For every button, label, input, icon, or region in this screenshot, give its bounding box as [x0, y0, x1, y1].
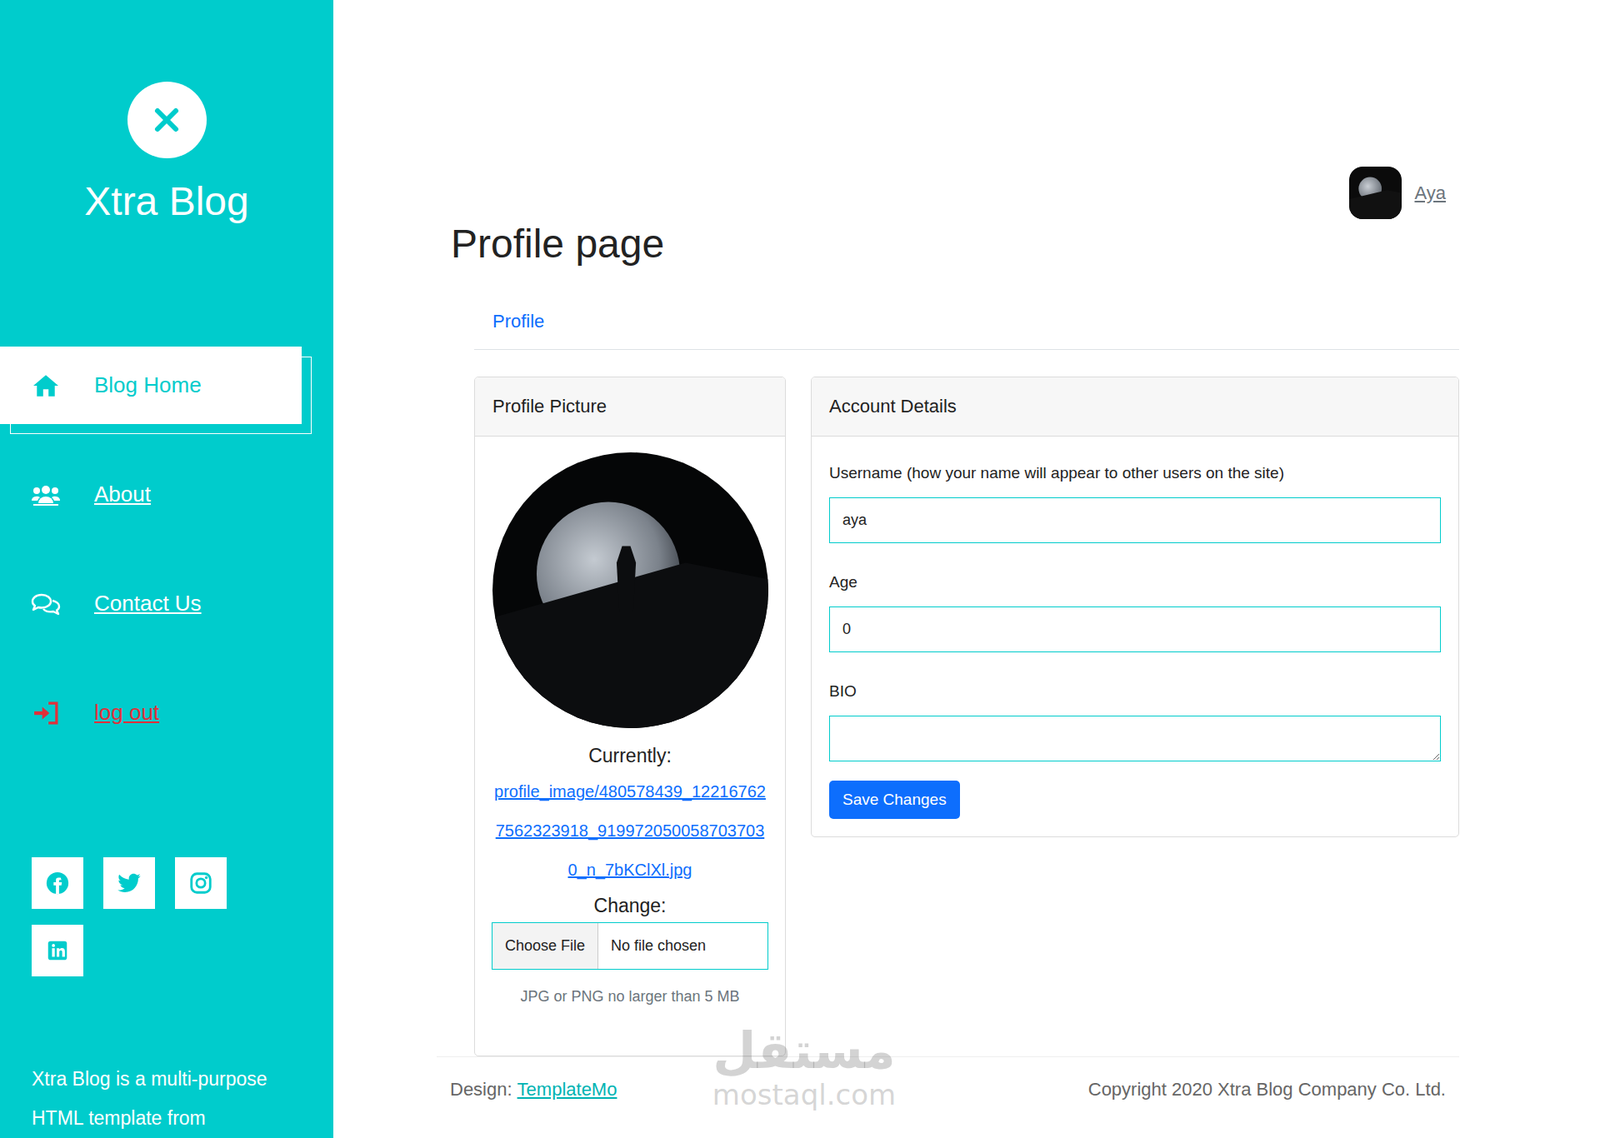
profile-page: Xtra Blog Blog Home About Contact Us log out… [0, 0, 1600, 1138]
current-file-link[interactable]: profile_image/480578439_1221676275623239… [491, 772, 769, 890]
sidebar-nav: Blog Home About Contact Us log out [0, 346, 334, 752]
sidebar: Xtra Blog Blog Home About Contact Us log out… [0, 0, 334, 1138]
current-file-label: Currently: [588, 740, 672, 773]
sidebar-item[interactable]: Contact Us [0, 565, 302, 643]
footer: Design:TemplateMo Copyright 2020 Xtra Blo… [436, 1056, 1460, 1110]
close-x-icon [150, 103, 184, 137]
logo[interactable] [127, 81, 207, 159]
linkedin-link[interactable] [31, 925, 84, 977]
instagram-link[interactable] [175, 857, 227, 910]
field-label: Username (how your name will appear to o… [829, 463, 1441, 484]
tab[interactable]: Profile [474, 300, 563, 350]
file-status: No file chosen [598, 923, 719, 970]
watermark: مستقلmostaql.com [704, 1023, 905, 1112]
chat-icon [30, 591, 61, 617]
user-name-link[interactable]: Aya [1414, 182, 1446, 205]
profile-photo [492, 452, 769, 729]
facebook-link[interactable] [31, 857, 84, 910]
change-label: Change: [594, 890, 667, 923]
design-credit: Design:TemplateMo [450, 1079, 617, 1101]
file-input[interactable]: Choose FileNo file chosen [491, 922, 769, 970]
bio-textarea[interactable] [829, 715, 1441, 762]
instagram-icon [188, 870, 214, 896]
file-hint: JPG or PNG no larger than 5 MB [520, 988, 740, 1006]
home-icon [30, 373, 61, 399]
logout-icon [30, 700, 61, 726]
text-input[interactable] [829, 497, 1441, 544]
sidebar-item[interactable]: About [0, 455, 302, 534]
user-bar: Aya [450, 166, 1460, 220]
tab-bar: Profile [474, 300, 1460, 350]
form-field: Username (how your name will appear to o… [829, 463, 1441, 544]
copyright: Copyright 2020 Xtra Blog Company Co. Ltd… [1088, 1079, 1446, 1101]
user-avatar[interactable] [1349, 166, 1402, 220]
text-input[interactable] [829, 606, 1441, 653]
users-icon [30, 482, 61, 508]
choose-file-button[interactable]: Choose File [492, 923, 599, 970]
account-details-card: Account Details Username (how your name w… [810, 376, 1460, 838]
social-links [31, 857, 249, 977]
avatar-image-icon [1349, 166, 1402, 220]
field-label: BIO [829, 681, 1441, 702]
field-label: Age [829, 572, 1441, 593]
sidebar-item[interactable]: Blog Home [0, 346, 302, 425]
profile-picture-card: Profile Picture Currently:profile_image/4… [474, 376, 786, 1057]
form-field: BIO [829, 681, 1441, 762]
card-header: Account Details [811, 377, 1459, 437]
card-header: Profile Picture [475, 377, 785, 437]
templatemo-link[interactable]: TemplateMo [517, 1079, 618, 1101]
facebook-icon [45, 870, 70, 896]
about-text: Xtra Blog is a multi-purpose HTML templa… [31, 1060, 309, 1138]
form-field: Age [829, 572, 1441, 653]
linkedin-icon [45, 938, 70, 964]
page-title: Profile page [450, 219, 1460, 270]
twitter-link[interactable] [103, 857, 155, 910]
sidebar-item[interactable]: log out [0, 674, 302, 752]
save-button[interactable]: Save Changes [829, 780, 960, 820]
main-content: Aya Profile page Profile Profile Picture Cur… [333, 0, 1600, 1138]
brand-name: Xtra Blog [0, 177, 334, 226]
twitter-icon [116, 870, 142, 896]
